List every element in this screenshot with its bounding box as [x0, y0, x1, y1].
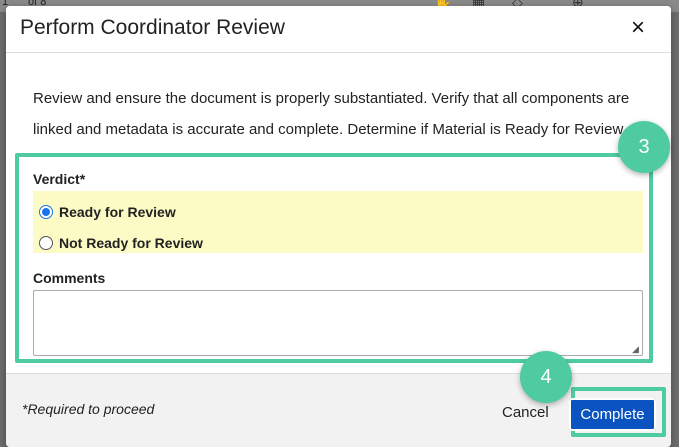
verdict-option-ready[interactable]: Ready for Review — [39, 201, 176, 223]
comments-field[interactable] — [33, 290, 643, 356]
description-line-1: Review and ensure the document is proper… — [33, 90, 630, 107]
verdict-radio-group: Ready for Review Not Ready for Review — [33, 191, 643, 253]
complete-button[interactable]: Complete — [569, 398, 656, 431]
radio-label[interactable]: Ready for Review — [59, 204, 176, 220]
dialog-footer: *Required to proceed Cancel Complete — [6, 373, 671, 447]
dialog-title: Perform Coordinator Review — [20, 16, 285, 39]
close-icon[interactable]: × — [625, 14, 651, 42]
dialog-description: Review and ensure the document is proper… — [33, 83, 645, 145]
radio-ready-for-review[interactable] — [39, 205, 53, 219]
radio-not-ready-for-review[interactable] — [39, 236, 53, 250]
annotation-badge-3: 3 — [618, 121, 670, 173]
verdict-option-not-ready[interactable]: Not Ready for Review — [39, 232, 203, 254]
annotation-badge-4: 4 — [520, 351, 572, 403]
dialog-header: Perform Coordinator Review × — [6, 6, 671, 53]
comments-label: Comments — [33, 270, 106, 286]
radio-label[interactable]: Not Ready for Review — [59, 235, 203, 251]
description-line-2: linked and metadata is accurate and comp… — [33, 121, 627, 138]
resize-grip-icon[interactable]: ◢ — [632, 345, 641, 354]
verdict-label: Verdict* — [33, 171, 86, 187]
cancel-button[interactable]: Cancel — [502, 404, 549, 421]
required-note: *Required to proceed — [22, 401, 155, 417]
